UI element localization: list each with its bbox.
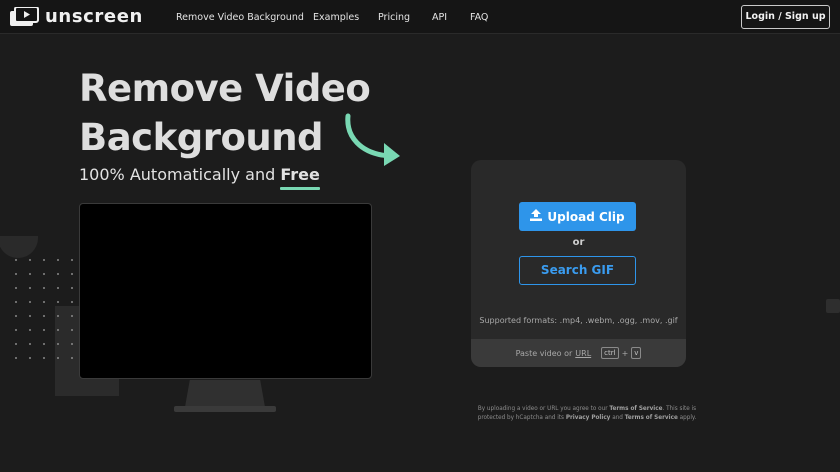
upload-clip-label: Upload Clip bbox=[547, 209, 625, 224]
or-separator: or bbox=[572, 237, 585, 248]
paste-bar[interactable]: Paste video or URL ctrl + v bbox=[471, 339, 686, 367]
brand-name: unscreen bbox=[45, 6, 143, 27]
hero-subtitle: 100% Automatically and Free bbox=[79, 165, 320, 184]
key-ctrl: ctrl bbox=[601, 347, 619, 359]
legal-text-1: By uploading a video or URL you agree to… bbox=[477, 406, 610, 412]
hcaptcha-terms-link[interactable]: Terms of Service bbox=[625, 415, 678, 421]
brand-logo[interactable]: unscreen bbox=[10, 6, 143, 27]
monitor-stand-base bbox=[174, 406, 276, 412]
monitor-stand bbox=[185, 380, 265, 407]
nav-link-remove-video-background[interactable]: Remove Video Background bbox=[176, 12, 304, 23]
upload-clip-button[interactable]: Upload Clip bbox=[519, 202, 636, 231]
top-navbar: unscreen Remove Video Background Example… bbox=[0, 0, 840, 34]
legal-notice: By uploading a video or URL you agree to… bbox=[471, 405, 703, 423]
search-gif-button[interactable]: Search GIF bbox=[519, 256, 636, 285]
nav-link-api[interactable]: API bbox=[432, 12, 447, 23]
decorative-dot-grid bbox=[15, 258, 75, 382]
upload-card: Upload Clip or Search GIF Supported form… bbox=[471, 160, 686, 367]
paste-prefix-text: Paste video or bbox=[515, 348, 573, 358]
hero-subtitle-text: 100% Automatically and bbox=[79, 165, 281, 184]
upload-icon bbox=[530, 209, 543, 224]
supported-formats-text: Supported formats: .mp4, .webm, .ogg, .m… bbox=[479, 316, 678, 325]
decorative-half-circle bbox=[0, 236, 38, 258]
privacy-policy-link[interactable]: Privacy Policy bbox=[566, 415, 611, 421]
nav-link-examples[interactable]: Examples bbox=[313, 12, 359, 23]
key-v: v bbox=[631, 347, 642, 359]
unscreen-logo-icon bbox=[10, 6, 40, 27]
curved-arrow-icon bbox=[340, 112, 406, 176]
nav-link-pricing[interactable]: Pricing bbox=[378, 12, 410, 23]
key-plus: + bbox=[621, 348, 629, 358]
login-signup-button[interactable]: Login / Sign up bbox=[741, 5, 830, 29]
nav-link-faq[interactable]: FAQ bbox=[470, 12, 488, 23]
legal-text-4: apply. bbox=[677, 415, 697, 421]
paste-url-link[interactable]: URL bbox=[575, 349, 591, 358]
hero-subtitle-free: Free bbox=[280, 165, 320, 184]
legal-text-3: and bbox=[610, 415, 625, 421]
terms-of-service-link[interactable]: Terms of Service bbox=[609, 406, 662, 412]
video-preview-monitor bbox=[79, 203, 372, 379]
decorative-square-right bbox=[826, 299, 840, 313]
